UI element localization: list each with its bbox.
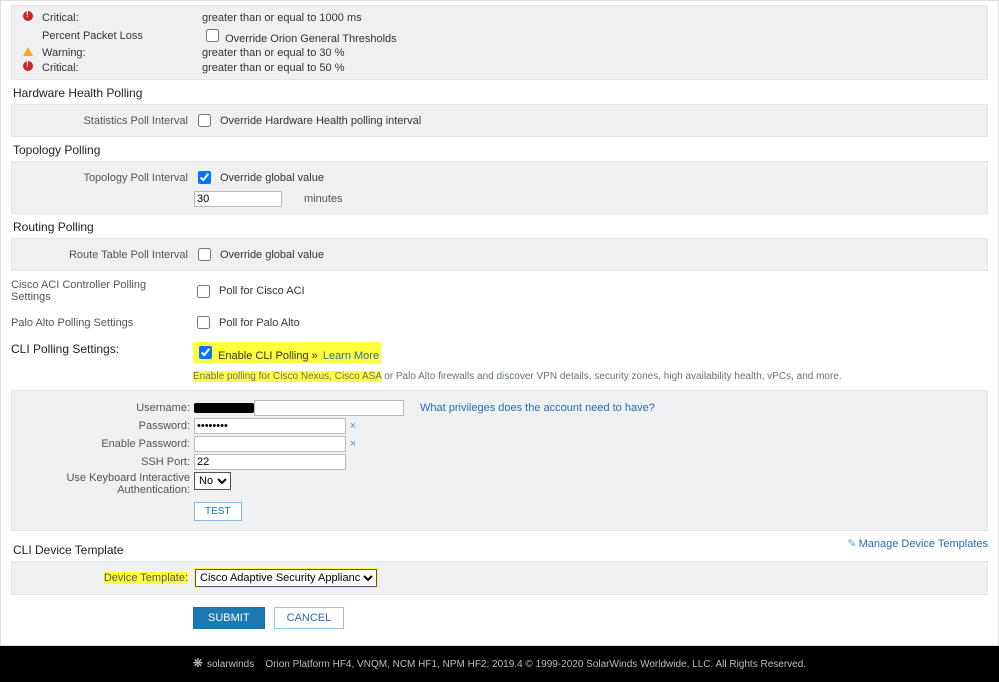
cli-help-text-rest: or Palo Alto firewalls and discover VPN …: [381, 371, 841, 382]
response-time-critical-value: greater than or equal to 1000 ms: [198, 12, 362, 24]
cli-device-template-title: CLI Device Template: [11, 537, 124, 561]
cli-enablepw-label: Enable Password:: [18, 438, 194, 450]
warning-icon: [23, 47, 33, 56]
hw-override-label: Override Hardware Health polling interva…: [220, 115, 421, 127]
hardware-health-title: Hardware Health Polling: [11, 80, 988, 104]
cli-password-input[interactable]: [194, 418, 346, 434]
packet-loss-critical-label: Critical:: [38, 62, 198, 74]
critical-icon: [23, 11, 33, 21]
hw-stat-interval-label: Statistics Poll Interval: [18, 115, 194, 127]
response-time-critical-label: Critical:: [38, 12, 198, 24]
topology-override-checkbox[interactable]: [198, 171, 211, 184]
cli-learn-more-link[interactable]: Learn More: [323, 350, 379, 362]
cli-password-label: Password:: [18, 420, 194, 432]
footer-text: Orion Platform HF4, VNQM, NCM HF1, NPM H…: [265, 659, 806, 670]
routing-override-label: Override global value: [220, 249, 324, 261]
manage-device-templates-link[interactable]: Manage Device Templates: [859, 538, 988, 550]
routing-override-checkbox[interactable]: [198, 248, 211, 261]
cli-settings-title: CLI Polling Settings:: [11, 342, 193, 356]
hw-override-checkbox[interactable]: [198, 114, 211, 127]
packet-loss-override-checkbox[interactable]: [206, 29, 219, 42]
topology-interval-input[interactable]: [194, 191, 282, 207]
routing-title: Routing Polling: [11, 214, 988, 238]
cli-sshport-label: SSH Port:: [18, 456, 194, 468]
device-template-label: Device Template:: [104, 572, 188, 584]
critical-icon: [23, 61, 33, 71]
aci-poll-checkbox[interactable]: [197, 285, 210, 298]
submit-button[interactable]: SUBMIT: [193, 607, 265, 629]
cli-test-button[interactable]: TEST: [194, 502, 242, 521]
pencil-icon: ✎: [847, 538, 856, 550]
cli-kbauth-label2: Authentication:: [117, 484, 190, 496]
palo-alto-poll-label: Poll for Palo Alto: [219, 317, 300, 329]
packet-loss-override-label: Override Orion General Thresholds: [225, 33, 397, 45]
cli-password-clear-button[interactable]: ×: [346, 419, 360, 433]
packet-loss-critical-value: greater than or equal to 50 %: [198, 62, 344, 74]
topology-interval-label: Topology Poll Interval: [18, 172, 194, 184]
cli-sshport-input[interactable]: [194, 454, 346, 470]
cli-kbauth-label1: Use Keyboard Interactive: [66, 472, 190, 484]
cli-username-input[interactable]: [254, 400, 404, 416]
routing-label: Route Table Poll Interval: [18, 249, 194, 261]
topology-title: Topology Polling: [11, 137, 988, 161]
cli-enablepw-input[interactable]: [194, 436, 346, 452]
palo-alto-title: Palo Alto Polling Settings: [11, 317, 193, 329]
cli-username-value-redacted: [194, 403, 254, 413]
cli-privileges-link[interactable]: What privileges does the account need to…: [420, 402, 655, 414]
solarwinds-logo: solarwinds: [193, 659, 254, 670]
topology-override-label: Override global value: [220, 172, 324, 184]
aci-title: Cisco ACI Controller Polling Settings: [11, 279, 193, 303]
cancel-button[interactable]: CANCEL: [274, 607, 345, 629]
aci-poll-label: Poll for Cisco ACI: [219, 285, 305, 297]
cli-username-label: Username:: [18, 402, 194, 414]
cli-enable-checkbox[interactable]: [199, 346, 212, 359]
packet-loss-warning-label: Warning:: [38, 47, 198, 59]
cli-enablepw-clear-button[interactable]: ×: [346, 437, 360, 451]
cli-enable-label: Enable CLI Polling: [218, 350, 309, 362]
cli-kbauth-select[interactable]: No: [194, 472, 231, 490]
cli-help-text-hl: Enable polling for Cisco Nexus, Cisco AS…: [193, 371, 381, 382]
packet-loss-warning-value: greater than or equal to 30 %: [198, 47, 344, 59]
topology-interval-unit: minutes: [304, 193, 343, 205]
cli-learn-chevron: »: [312, 350, 318, 362]
packet-loss-label: Percent Packet Loss: [38, 30, 198, 42]
device-template-select[interactable]: Cisco Adaptive Security Appliance: [195, 569, 377, 587]
palo-alto-poll-checkbox[interactable]: [197, 316, 210, 329]
